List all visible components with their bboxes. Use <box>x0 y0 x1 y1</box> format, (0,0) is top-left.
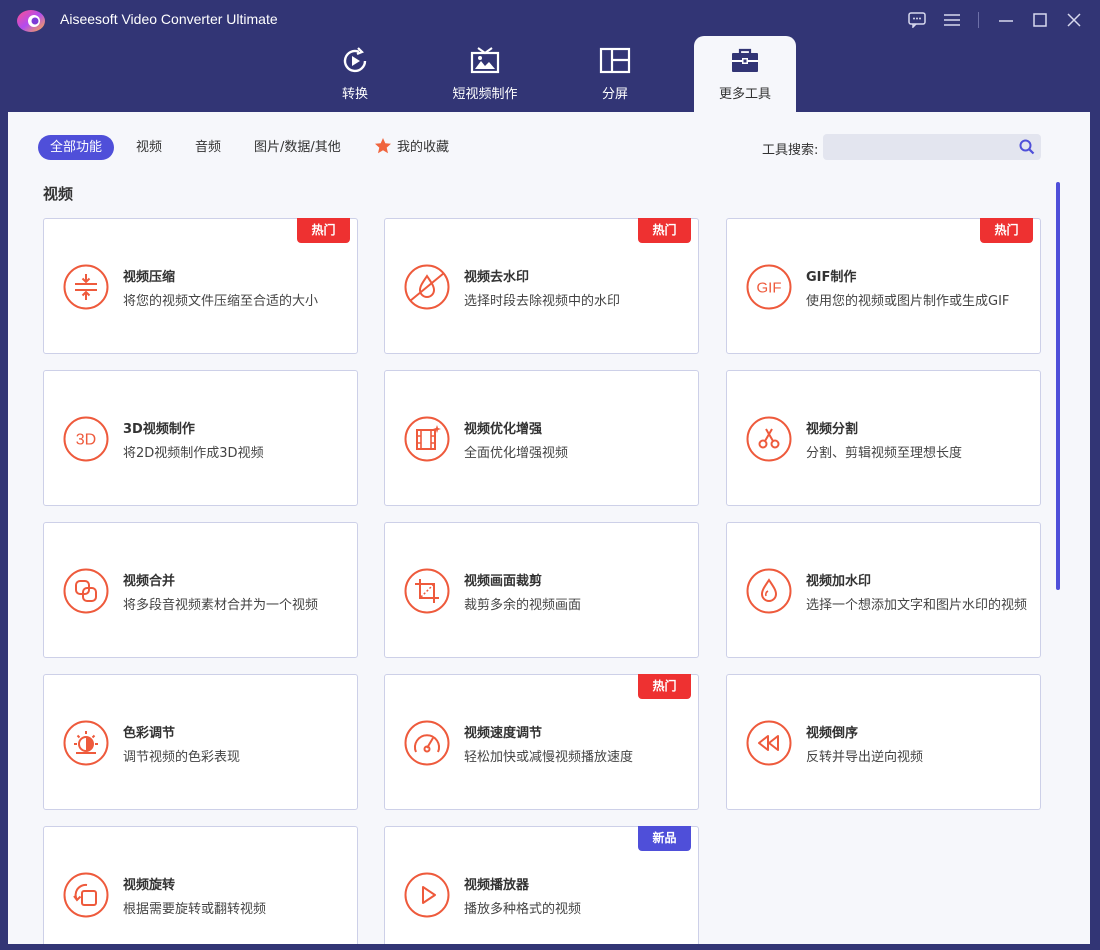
tool-desc: 裁剪多余的视频画面 <box>464 598 582 613</box>
tool-desc: 选择一个想添加文字和图片水印的视频 <box>806 598 1028 613</box>
tool-title: 视频去水印 <box>464 270 530 285</box>
tool-card-video-cropper[interactable]: 视频画面裁剪 裁剪多余的视频画面 <box>384 522 699 658</box>
tab-collage[interactable]: 分屏 <box>570 36 660 112</box>
hot-badge: 热门 <box>638 674 691 699</box>
section-title: 视频 <box>43 185 74 203</box>
tool-title: 视频分割 <box>806 422 859 437</box>
feedback-icon[interactable] <box>906 9 928 31</box>
tool-title: 视频速度调节 <box>464 726 543 741</box>
tool-card-gif-maker[interactable]: GIF GIF制作 使用您的视频或图片制作或生成GIF 热门 <box>726 218 1041 354</box>
scissors-icon <box>746 416 792 462</box>
tool-title: 视频压缩 <box>123 270 176 285</box>
tab-mv[interactable]: 短视频制作 <box>440 36 530 112</box>
tool-title: 视频旋转 <box>123 878 176 893</box>
convert-icon <box>338 44 372 78</box>
tab-label: 短视频制作 <box>452 87 518 102</box>
speed-icon <box>404 720 450 766</box>
tool-desc: 轻松加快或减慢视频播放速度 <box>464 750 634 765</box>
filter-favorites[interactable]: 我的收藏 <box>362 135 461 160</box>
tool-card-video-reverser[interactable]: 视频倒序 反转并导出逆向视频 <box>726 674 1041 810</box>
toolbox-icon <box>728 44 762 78</box>
app-logo-icon <box>17 10 45 32</box>
tool-card-speed-controller[interactable]: 视频速度调节 轻松加快或减慢视频播放速度 热门 <box>384 674 699 810</box>
search-label: 工具搜索: <box>762 143 819 158</box>
tool-card-video-rotator[interactable]: 视频旋转 根据需要旋转或翻转视频 <box>43 826 358 944</box>
tool-title: 视频合并 <box>123 574 176 589</box>
search-icon[interactable] <box>1019 139 1035 155</box>
tab-label: 转换 <box>341 87 368 102</box>
mv-icon <box>468 44 502 78</box>
tool-card-3d-maker[interactable]: 3D 3D视频制作 将2D视频制作成3D视频 <box>43 370 358 506</box>
tool-desc: 反转并导出逆向视频 <box>806 750 924 765</box>
compress-icon <box>63 264 109 310</box>
tool-title: 视频加水印 <box>806 574 872 589</box>
tool-card-video-watermark[interactable]: 视频加水印 选择一个想添加文字和图片水印的视频 <box>726 522 1041 658</box>
reverse-icon <box>746 720 792 766</box>
filter-video[interactable]: 视频 <box>124 135 174 160</box>
tool-search-input[interactable] <box>823 134 1041 160</box>
tool-desc: 将2D视频制作成3D视频 <box>123 446 264 461</box>
tool-desc: 根据需要旋转或翻转视频 <box>123 902 267 917</box>
play-icon <box>404 872 450 918</box>
tool-card-watermark-remover[interactable]: 视频去水印 选择时段去除视频中的水印 热门 <box>384 218 699 354</box>
tool-desc: 选择时段去除视频中的水印 <box>464 294 621 309</box>
tool-title: 色彩调节 <box>123 726 176 741</box>
crop-icon <box>404 568 450 614</box>
tool-desc: 播放多种格式的视频 <box>464 902 582 917</box>
tool-desc: 调节视频的色彩表现 <box>123 750 241 765</box>
collage-icon <box>598 44 632 78</box>
color-icon <box>63 720 109 766</box>
title-bar: Aiseesoft Video Converter Ultimate <box>0 0 1100 40</box>
menu-icon[interactable] <box>941 9 963 31</box>
tool-desc: 分割、剪辑视频至理想长度 <box>806 446 963 461</box>
app-title: Aiseesoft Video Converter Ultimate <box>60 11 278 27</box>
filter-image-data-other[interactable]: 图片/数据/其他 <box>242 135 353 160</box>
tool-card-compress[interactable]: 视频压缩 将您的视频文件压缩至合适的大小 热门 <box>43 218 358 354</box>
filter-all[interactable]: 全部功能 <box>38 135 115 160</box>
hot-badge: 热门 <box>297 218 350 243</box>
hot-badge: 热门 <box>638 218 691 243</box>
filter-favorites-label: 我的收藏 <box>397 140 450 155</box>
close-icon[interactable] <box>1063 9 1085 31</box>
tool-card-color-correction[interactable]: 色彩调节 调节视频的色彩表现 <box>43 674 358 810</box>
3d-icon: 3D <box>63 416 109 462</box>
tab-label: 分屏 <box>601 87 628 102</box>
tab-toolbox[interactable]: 更多工具 <box>694 36 796 112</box>
star-icon <box>375 138 391 154</box>
merge-icon <box>63 568 109 614</box>
minimize-icon[interactable] <box>995 9 1017 31</box>
tool-desc: 使用您的视频或图片制作或生成GIF <box>806 294 1010 309</box>
tool-title: GIF制作 <box>806 270 857 285</box>
title-separator <box>978 12 979 28</box>
watermark-add-icon <box>746 568 792 614</box>
gif-icon: GIF <box>746 264 792 310</box>
tool-title: 视频优化增强 <box>464 422 543 437</box>
filter-audio[interactable]: 音频 <box>183 135 233 160</box>
svg-text:3D: 3D <box>76 432 96 449</box>
tool-card-video-enhancer[interactable]: 视频优化增强 全面优化增强视频 <box>384 370 699 506</box>
rotate-icon <box>63 872 109 918</box>
hot-badge: 热门 <box>980 218 1033 243</box>
window-bottom-border <box>0 944 1100 950</box>
tool-card-video-merger[interactable]: 视频合并 将多段音视频素材合并为一个视频 <box>43 522 358 658</box>
tab-convert[interactable]: 转换 <box>310 36 400 112</box>
tab-label: 更多工具 <box>718 87 771 102</box>
tool-desc: 将多段音视频素材合并为一个视频 <box>123 598 319 613</box>
watermark-remove-icon <box>404 264 450 310</box>
tool-title: 视频倒序 <box>806 726 859 741</box>
tool-desc: 全面优化增强视频 <box>464 446 569 461</box>
scrollbar[interactable] <box>1056 182 1060 590</box>
tool-desc: 将您的视频文件压缩至合适的大小 <box>123 294 319 309</box>
tool-card-video-trimmer[interactable]: 视频分割 分割、剪辑视频至理想长度 <box>726 370 1041 506</box>
tool-card-video-player[interactable]: 视频播放器 播放多种格式的视频 新品 <box>384 826 699 944</box>
enhance-icon <box>404 416 450 462</box>
tool-title: 3D视频制作 <box>123 422 195 437</box>
new-badge: 新品 <box>638 826 691 851</box>
tool-title: 视频画面裁剪 <box>464 574 543 589</box>
toolbox-panel: 全部功能 视频 音频 图片/数据/其他 我的收藏 工具搜索: 视频 视频压缩 将… <box>8 112 1090 944</box>
tool-title: 视频播放器 <box>464 878 530 893</box>
maximize-icon[interactable] <box>1029 9 1051 31</box>
svg-text:GIF: GIF <box>757 280 782 297</box>
